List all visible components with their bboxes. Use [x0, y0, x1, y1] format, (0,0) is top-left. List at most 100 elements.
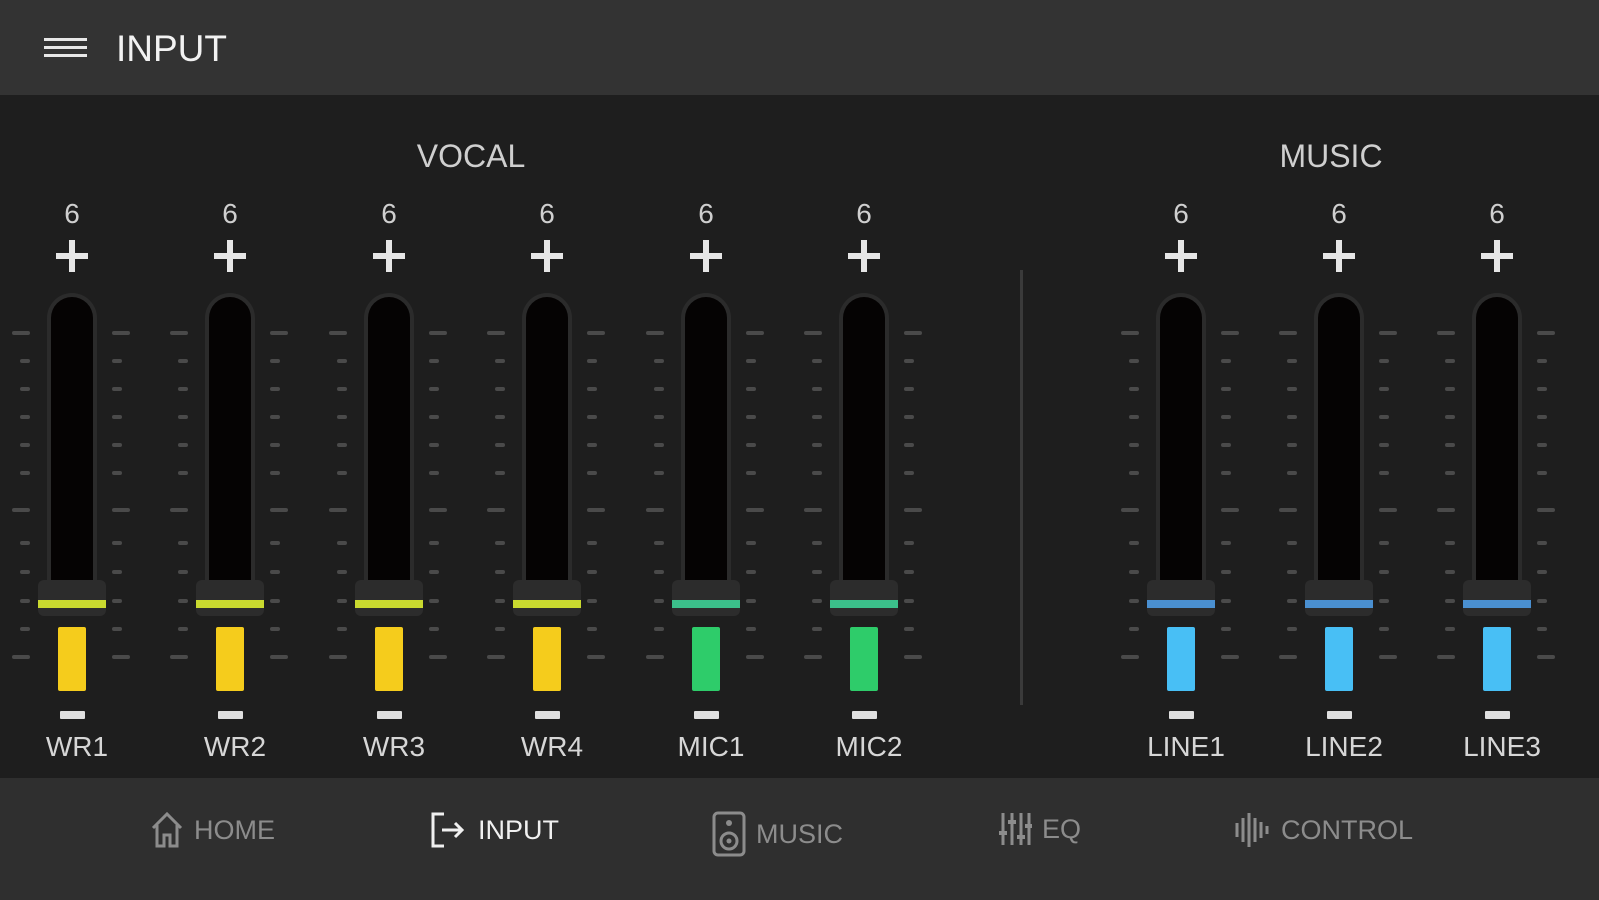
- scale-tick: [1537, 443, 1547, 447]
- scale-tick: [270, 415, 280, 419]
- scale-tick: [587, 599, 597, 603]
- scale-tick: [112, 443, 122, 447]
- scale-tick: [178, 599, 188, 603]
- gain-decrease-button[interactable]: [694, 711, 719, 719]
- level-meter: [1325, 627, 1353, 691]
- gain-decrease-button[interactable]: [377, 711, 402, 719]
- scale-tick: [1379, 627, 1389, 631]
- fader-knob[interactable]: [38, 580, 106, 616]
- scale-tick: [587, 331, 605, 335]
- fader-knob[interactable]: [830, 580, 898, 616]
- fader-indicator: [1305, 600, 1373, 608]
- nav-item-control[interactable]: CONTROL: [1233, 811, 1413, 849]
- scale-tick: [654, 415, 664, 419]
- gain-value: 6: [64, 198, 80, 229]
- scale-tick: [1379, 387, 1389, 391]
- scale-tick: [1379, 570, 1389, 574]
- fader-knob[interactable]: [1463, 580, 1531, 616]
- fader-knob[interactable]: [355, 580, 423, 616]
- gain-increase-button[interactable]: [1165, 240, 1197, 272]
- nav-item-music[interactable]: MUSIC: [712, 811, 843, 857]
- gain-increase-button[interactable]: [1323, 240, 1355, 272]
- scale-tick: [904, 359, 914, 363]
- gain-increase-button[interactable]: [1481, 240, 1513, 272]
- fader-knob[interactable]: [1305, 580, 1373, 616]
- scale-tick: [170, 508, 188, 512]
- scale-tick: [654, 570, 664, 574]
- scale-tick: [1221, 508, 1239, 512]
- gain-increase-button[interactable]: [214, 240, 246, 272]
- scale-tick: [487, 508, 505, 512]
- scale-tick: [20, 415, 30, 419]
- fader-track[interactable]: [1314, 293, 1364, 603]
- channel-label: MIC1: [677, 731, 745, 762]
- fader-knob[interactable]: [513, 580, 581, 616]
- scale-tick: [487, 331, 505, 335]
- gain-decrease-button[interactable]: [535, 711, 560, 719]
- scale-tick: [1287, 471, 1297, 475]
- fader-track[interactable]: [839, 293, 889, 603]
- fader-knob[interactable]: [196, 580, 264, 616]
- nav-item-eq[interactable]: EQ: [998, 811, 1081, 847]
- scale-tick: [812, 387, 822, 391]
- scale-tick: [170, 331, 188, 335]
- fader-track[interactable]: [522, 293, 572, 603]
- scale-tick: [337, 570, 347, 574]
- scale-tick: [1121, 331, 1139, 335]
- scale-tick: [429, 599, 439, 603]
- scale-tick: [337, 471, 347, 475]
- gain-decrease-button[interactable]: [1327, 711, 1352, 719]
- scale-tick: [804, 508, 822, 512]
- scale-tick: [1445, 570, 1455, 574]
- fader-indicator: [38, 600, 106, 608]
- scale-tick: [178, 570, 188, 574]
- scale-tick: [1537, 541, 1547, 545]
- scale-tick: [587, 627, 597, 631]
- gain-increase-button[interactable]: [531, 240, 563, 272]
- fader-track[interactable]: [47, 293, 97, 603]
- fader-track[interactable]: [681, 293, 731, 603]
- scale-tick: [495, 387, 505, 391]
- scale-tick: [1437, 655, 1455, 659]
- bottom-nav: HOME INPUT MUSIC EQ CONTROL: [0, 778, 1599, 900]
- nav-label: MUSIC: [756, 818, 843, 849]
- nav-item-home[interactable]: HOME: [150, 811, 275, 849]
- fader-track[interactable]: [364, 293, 414, 603]
- fader-track[interactable]: [1156, 293, 1206, 603]
- scale-tick: [170, 655, 188, 659]
- scale-tick: [178, 627, 188, 631]
- gain-increase-button[interactable]: [690, 240, 722, 272]
- gain-increase-button[interactable]: [56, 240, 88, 272]
- fader-track[interactable]: [1472, 293, 1522, 603]
- scale-tick: [746, 570, 756, 574]
- channel-label: WR1: [45, 731, 109, 762]
- scale-tick: [746, 471, 756, 475]
- gain-decrease-button[interactable]: [852, 711, 877, 719]
- scale-tick: [20, 541, 30, 545]
- gain-increase-button[interactable]: [373, 240, 405, 272]
- scale-tick: [654, 443, 664, 447]
- gain-increase-button[interactable]: [848, 240, 880, 272]
- scale-tick: [904, 627, 914, 631]
- scale-tick: [270, 387, 280, 391]
- scale-tick: [812, 541, 822, 545]
- scale-tick: [337, 599, 347, 603]
- scale-tick: [654, 387, 664, 391]
- fader-knob[interactable]: [672, 580, 740, 616]
- scale-tick: [1379, 415, 1389, 419]
- fader-track[interactable]: [205, 293, 255, 603]
- gain-decrease-button[interactable]: [218, 711, 243, 719]
- scale-tick: [654, 359, 664, 363]
- input-icon: [430, 811, 468, 849]
- gain-decrease-button[interactable]: [1485, 711, 1510, 719]
- channel-label: MIC2: [835, 731, 903, 762]
- scale-tick: [495, 541, 505, 545]
- gain-decrease-button[interactable]: [60, 711, 85, 719]
- scale-tick: [1279, 331, 1297, 335]
- nav-item-input[interactable]: INPUT: [430, 811, 559, 849]
- fader-indicator: [1147, 600, 1215, 608]
- scale-tick: [12, 655, 30, 659]
- gain-decrease-button[interactable]: [1169, 711, 1194, 719]
- scale-tick: [1445, 415, 1455, 419]
- fader-knob[interactable]: [1147, 580, 1215, 616]
